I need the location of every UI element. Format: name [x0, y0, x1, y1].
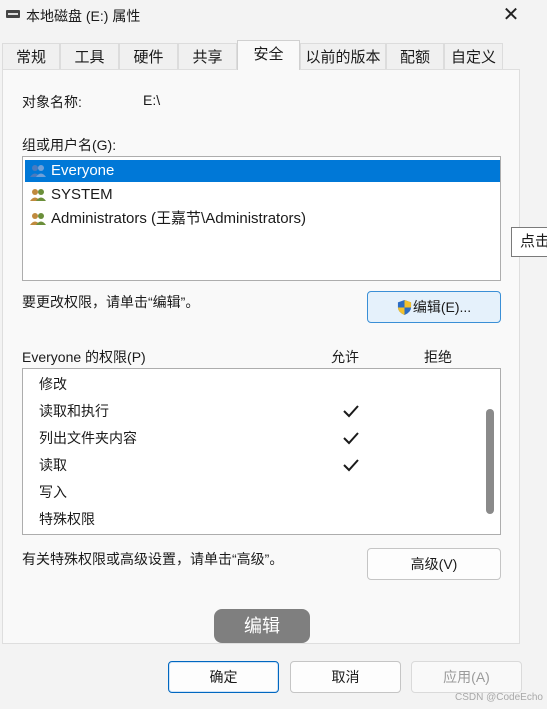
edit-button[interactable]: 编辑(E)...: [367, 291, 501, 323]
tab-quota[interactable]: 配额: [386, 43, 444, 70]
scrollbar-thumb[interactable]: [486, 409, 494, 514]
tab-bar: 常规 工具 硬件 共享 安全 以前的版本 配额 自定义: [2, 40, 522, 70]
permission-row-list-folder: 列出文件夹内容: [39, 430, 137, 446]
object-name-label: 对象名称:: [22, 94, 82, 110]
ok-button[interactable]: 确定: [168, 661, 279, 693]
permissions-list: 修改 读取和执行 列出文件夹内容 读取 写入 特殊权限: [22, 368, 501, 535]
tab-customize[interactable]: 自定义: [444, 43, 503, 70]
allow-check-icon: [341, 399, 361, 423]
cancel-button[interactable]: 取消: [290, 661, 401, 693]
users-group-icon: [30, 189, 46, 201]
permission-row-special: 特殊权限: [39, 511, 95, 527]
user-list[interactable]: Everyone SYSTEM Administrators (王嘉节\Admi…: [22, 156, 501, 281]
tab-sharing[interactable]: 共享: [178, 43, 237, 70]
list-item-label: SYSTEM: [51, 186, 113, 203]
apply-button[interactable]: 应用(A): [411, 661, 522, 693]
tab-hardware[interactable]: 硬件: [119, 43, 178, 70]
edit-overlay-label: 编辑: [214, 609, 310, 643]
list-item[interactable]: Administrators (王嘉节\Administrators): [25, 208, 500, 230]
group-label: 组或用户名(G):: [22, 137, 117, 153]
list-item-label: Administrators (王嘉节\Administrators): [51, 210, 307, 227]
list-item[interactable]: Everyone: [25, 160, 500, 182]
deny-column-header: 拒绝: [424, 349, 452, 365]
allow-column-header: 允许: [331, 349, 359, 365]
change-permissions-text: 要更改权限，请单击“编辑”。: [22, 294, 200, 310]
list-item-label: Everyone: [51, 162, 115, 179]
permission-row-modify: 修改: [39, 376, 67, 392]
close-button[interactable]: ✕: [498, 2, 524, 28]
allow-check-icon: [341, 426, 361, 450]
tab-security[interactable]: 安全: [237, 40, 300, 70]
permissions-header: Everyone 的权限(P): [22, 349, 146, 365]
permission-row-write: 写入: [39, 484, 67, 500]
allow-check-icon: [341, 453, 361, 477]
tab-tools[interactable]: 工具: [60, 43, 119, 70]
permission-row-read: 读取: [39, 457, 67, 473]
users-group-icon: [30, 213, 46, 225]
uac-shield-icon: [397, 300, 411, 315]
advanced-text: 有关特殊权限或高级设置，请单击“高级”。: [22, 551, 284, 567]
users-group-icon: [30, 165, 46, 177]
tooltip: 点击: [511, 227, 547, 257]
object-name-value: E:\: [143, 92, 161, 108]
advanced-button[interactable]: 高级(V): [367, 548, 501, 580]
edit-button-label: 编辑(E)...: [412, 299, 472, 315]
drive-icon: [6, 10, 20, 18]
watermark: CSDN @CodeEcho: [455, 692, 543, 703]
permission-row-read-execute: 读取和执行: [39, 403, 109, 419]
tab-previous-versions[interactable]: 以前的版本: [300, 43, 386, 70]
title-bar: 本地磁盘 (E:) 属性 ✕: [0, 0, 547, 30]
tab-general[interactable]: 常规: [2, 43, 60, 70]
list-item[interactable]: SYSTEM: [25, 184, 500, 206]
window-title: 本地磁盘 (E:) 属性: [26, 8, 141, 24]
